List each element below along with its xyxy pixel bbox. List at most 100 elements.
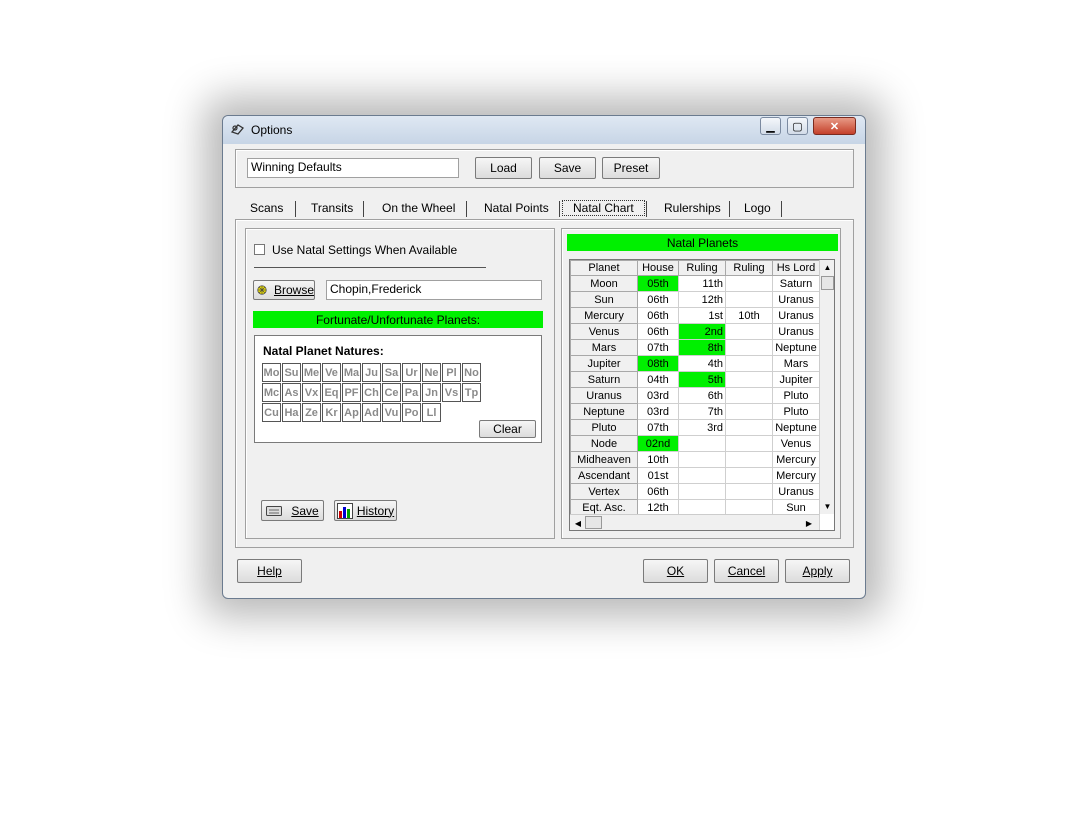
- options-window: Options ▁ ▢ ✕ Winning Defaults Load Save…: [222, 115, 866, 599]
- planet-nature-cell[interactable]: Ma: [342, 363, 361, 382]
- tab-on-the-wheel[interactable]: On the Wheel: [382, 201, 455, 215]
- table-row[interactable]: Jupiter 08th 4th Mars: [570, 355, 820, 372]
- table-row[interactable]: Vertex 06th Uranus: [570, 483, 820, 500]
- house-lord-cell: Neptune: [772, 419, 820, 436]
- planet-nature-cell[interactable]: Ch: [362, 383, 381, 402]
- house-cell: 04th: [637, 371, 679, 388]
- planet-cell: Ascendant: [570, 467, 638, 484]
- tab-scans[interactable]: Scans: [250, 201, 283, 215]
- ruling2-cell: [725, 371, 773, 388]
- house-cell: 07th: [637, 339, 679, 356]
- planet-nature-cell[interactable]: Ne: [422, 363, 441, 382]
- planet-nature-cell[interactable]: Tp: [462, 383, 481, 402]
- planet-cell: Neptune: [570, 403, 638, 420]
- tab-transits[interactable]: Transits: [311, 201, 353, 215]
- table-row[interactable]: Ascendant 01st Mercury: [570, 467, 820, 484]
- ruling-cell: 6th: [678, 387, 726, 404]
- planet-nature-cell[interactable]: Su: [282, 363, 301, 382]
- planet-nature-cell[interactable]: PF: [342, 383, 361, 402]
- tab-logo[interactable]: Logo: [744, 201, 771, 215]
- tab-natal-points[interactable]: Natal Points: [484, 201, 549, 215]
- planet-nature-cell[interactable]: Ad: [362, 403, 381, 422]
- planet-nature-cell[interactable]: Kr: [322, 403, 341, 422]
- planet-nature-cell[interactable]: No: [462, 363, 481, 382]
- planet-nature-cell[interactable]: Ll: [422, 403, 441, 422]
- planet-nature-cell[interactable]: Ce: [382, 383, 401, 402]
- planet-nature-cell[interactable]: Vs: [442, 383, 461, 402]
- table-row[interactable]: Midheaven 10th Mercury: [570, 451, 820, 468]
- planet-nature-cell[interactable]: Vu: [382, 403, 401, 422]
- horizontal-scrollbar[interactable]: ◀ ▶: [570, 514, 819, 530]
- planet-nature-cell[interactable]: Ur: [402, 363, 421, 382]
- planet-nature-cell[interactable]: Ap: [342, 403, 361, 422]
- save-natal-label: Save: [291, 503, 319, 518]
- wheel-icon: [257, 285, 267, 295]
- planet-nature-cell[interactable]: Eq: [322, 383, 341, 402]
- planet-nature-cell[interactable]: Ha: [282, 403, 301, 422]
- planet-nature-cell[interactable]: Ze: [302, 403, 321, 422]
- tab-separator: [363, 201, 364, 217]
- preset-name-input[interactable]: Winning Defaults: [247, 158, 459, 178]
- scroll-down-icon[interactable]: ▼: [821, 500, 834, 513]
- planet-nature-cell[interactable]: Mo: [262, 363, 281, 382]
- vertical-scrollbar[interactable]: ▲ ▼: [819, 260, 834, 514]
- save-preset-button[interactable]: Save: [539, 157, 596, 179]
- maximize-button[interactable]: ▢: [787, 117, 808, 135]
- tab-rulerships[interactable]: Rulerships: [664, 201, 721, 215]
- title-bar[interactable]: Options ▁ ▢ ✕: [223, 116, 865, 144]
- planet-cell: Saturn: [570, 371, 638, 388]
- ruling2-cell: [725, 483, 773, 500]
- table-row[interactable]: Moon 05th 11th Saturn: [570, 275, 820, 292]
- close-button[interactable]: ✕: [813, 117, 856, 135]
- scroll-left-icon[interactable]: ◀: [572, 517, 584, 529]
- minimize-button[interactable]: ▁: [760, 117, 781, 135]
- scroll-up-icon[interactable]: ▲: [821, 261, 834, 274]
- natal-planets-grid[interactable]: Planet House Ruling Ruling Hs Lord Moon 05th 1…: [569, 259, 835, 531]
- planet-nature-cell[interactable]: Me: [302, 363, 321, 382]
- house-lord-cell: Uranus: [772, 483, 820, 500]
- load-button[interactable]: Load: [475, 157, 532, 179]
- planet-nature-cell[interactable]: Cu: [262, 403, 281, 422]
- table-row[interactable]: Mars 07th 8th Neptune: [570, 339, 820, 356]
- hscroll-thumb[interactable]: [585, 516, 602, 529]
- planet-nature-cell[interactable]: Ju: [362, 363, 381, 382]
- house-cell: 07th: [637, 419, 679, 436]
- preset-button[interactable]: Preset: [602, 157, 660, 179]
- planet-nature-cell[interactable]: Vx: [302, 383, 321, 402]
- browse-button[interactable]: Browse: [253, 280, 315, 300]
- chart-name-input[interactable]: Chopin,Frederick: [326, 280, 542, 300]
- table-row[interactable]: Neptune 03rd 7th Pluto: [570, 403, 820, 420]
- house-cell: 06th: [637, 323, 679, 340]
- tab-natal-chart[interactable]: Natal Chart: [562, 200, 645, 216]
- planet-nature-cell[interactable]: Jn: [422, 383, 441, 402]
- table-row[interactable]: Uranus 03rd 6th Pluto: [570, 387, 820, 404]
- table-row[interactable]: Venus 06th 2nd Uranus: [570, 323, 820, 340]
- use-natal-checkbox[interactable]: [254, 244, 265, 255]
- table-row[interactable]: Saturn 04th 5th Jupiter: [570, 371, 820, 388]
- save-natal-button[interactable]: Save: [261, 500, 324, 521]
- planet-nature-cell[interactable]: Pa: [402, 383, 421, 402]
- apply-button[interactable]: Apply: [785, 559, 850, 583]
- planet-cell: Mercury: [570, 307, 638, 324]
- house-lord-cell: Jupiter: [772, 371, 820, 388]
- table-row[interactable]: Pluto 07th 3rd Neptune: [570, 419, 820, 436]
- table-row[interactable]: Sun 06th 12th Uranus: [570, 291, 820, 308]
- house-cell: 06th: [637, 483, 679, 500]
- table-row[interactable]: Mercury 06th 1st 10th Uranus: [570, 307, 820, 324]
- planet-nature-cell[interactable]: As: [282, 383, 301, 402]
- scroll-right-icon[interactable]: ▶: [803, 517, 815, 529]
- history-button[interactable]: History: [334, 500, 397, 521]
- planet-nature-cell[interactable]: Po: [402, 403, 421, 422]
- house-lord-cell: Saturn: [772, 275, 820, 292]
- planet-nature-cell[interactable]: Sa: [382, 363, 401, 382]
- help-button[interactable]: Help: [237, 559, 302, 583]
- planet-nature-cell[interactable]: Mc: [262, 383, 281, 402]
- ok-button[interactable]: OK: [643, 559, 708, 583]
- cancel-button[interactable]: Cancel: [714, 559, 779, 583]
- planet-nature-cell[interactable]: Pl: [442, 363, 461, 382]
- natal-planets-banner: Natal Planets: [567, 234, 838, 251]
- table-row[interactable]: Node 02nd Venus: [570, 435, 820, 452]
- scroll-thumb[interactable]: [821, 276, 834, 290]
- clear-button[interactable]: Clear: [479, 420, 536, 438]
- planet-nature-cell[interactable]: Ve: [322, 363, 341, 382]
